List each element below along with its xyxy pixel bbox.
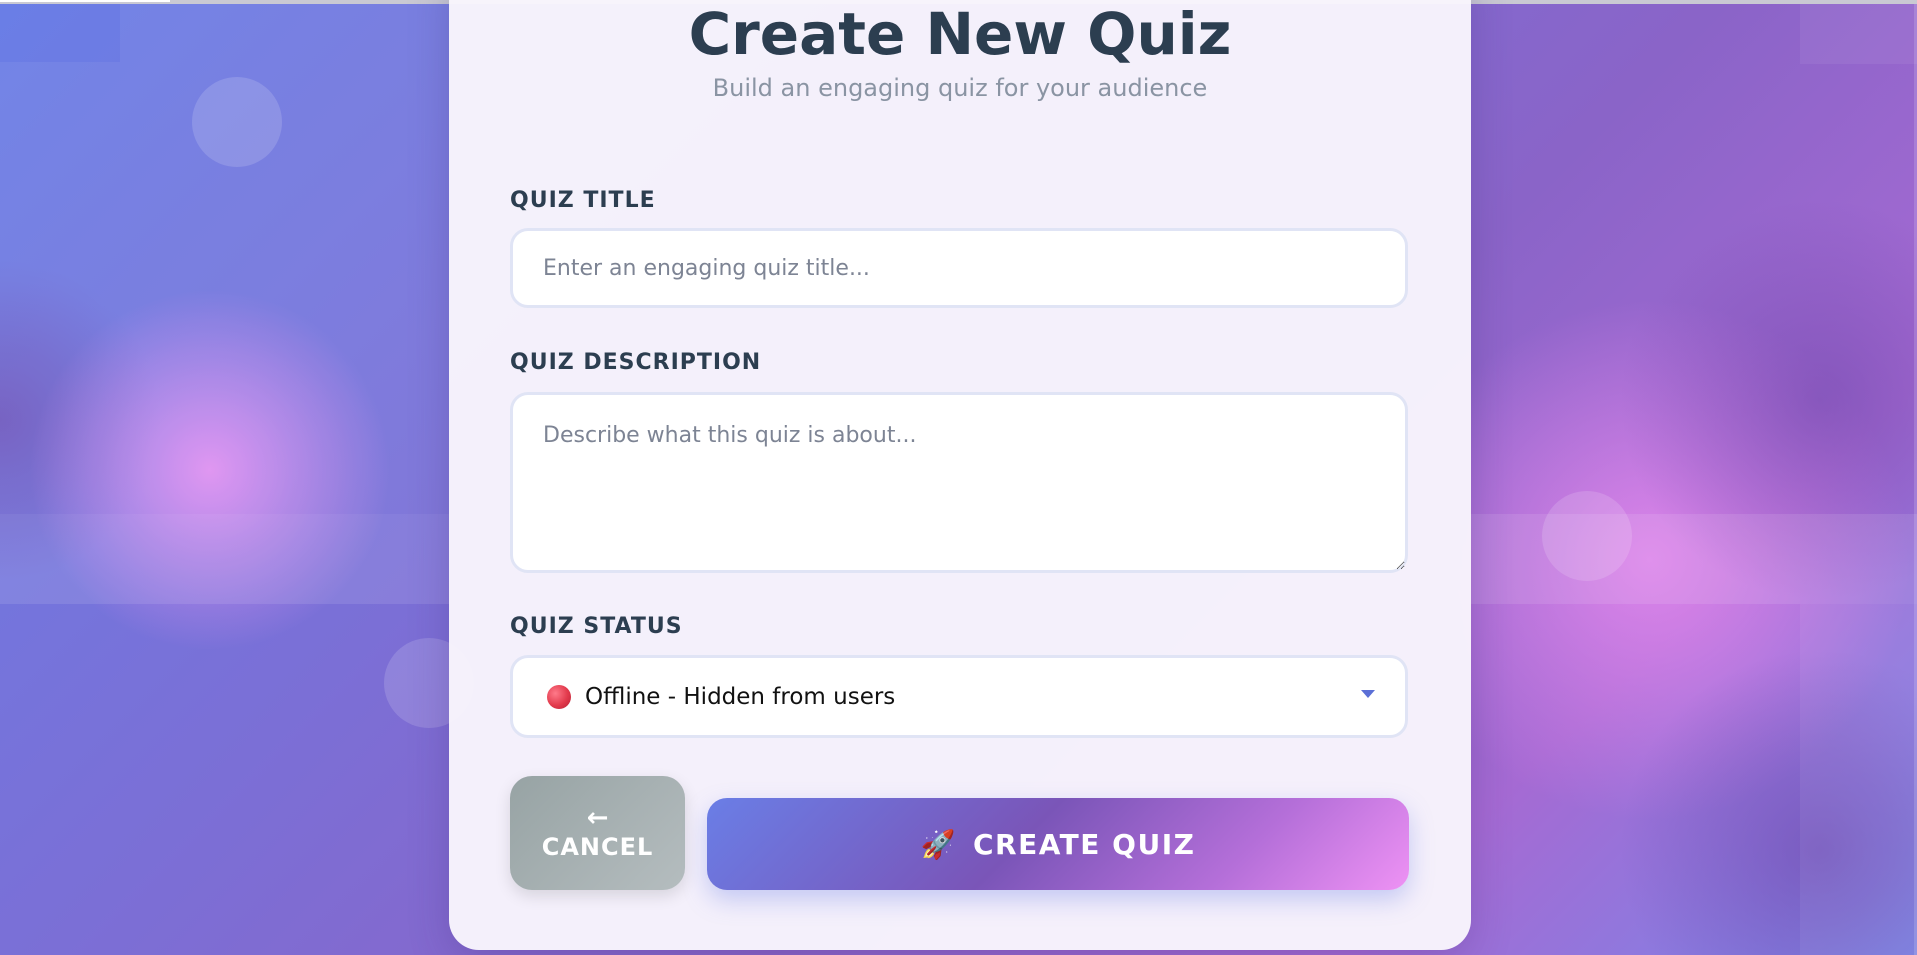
background-panel <box>120 4 450 514</box>
cancel-button-label: CANCEL <box>541 833 654 861</box>
quiz-status-select[interactable]: Offline - Hidden from users <box>510 655 1408 738</box>
rocket-icon: 🚀 <box>920 827 957 861</box>
background-bubble <box>1542 491 1632 581</box>
background-panel <box>1800 604 1917 955</box>
background-panel <box>0 62 120 514</box>
cancel-button[interactable]: ← CANCEL <box>510 776 685 890</box>
create-quiz-card: Create New Quiz Build an engaging quiz f… <box>449 0 1471 950</box>
quiz-status-selected-value: Offline - Hidden from users <box>585 683 896 710</box>
quiz-status-label: QUIZ STATUS <box>510 614 683 639</box>
browser-tab-indicator <box>0 0 170 2</box>
quiz-description-textarea[interactable] <box>510 392 1408 573</box>
quiz-description-label: QUIZ DESCRIPTION <box>510 350 762 375</box>
page-title: Create New Quiz <box>688 0 1232 68</box>
background-panel <box>0 514 450 604</box>
create-quiz-button[interactable]: 🚀 CREATE QUIZ <box>707 798 1409 890</box>
create-quiz-button-label: CREATE QUIZ <box>972 827 1196 861</box>
page-subtitle: Build an engaging quiz for your audience <box>712 74 1208 102</box>
quiz-title-label: QUIZ TITLE <box>510 188 656 213</box>
background-panel <box>1471 514 1917 604</box>
chevron-down-icon <box>1361 690 1375 698</box>
arrow-left-icon: ← <box>586 803 609 833</box>
background-panel <box>1800 4 1917 64</box>
quiz-title-input[interactable] <box>510 228 1408 308</box>
offline-status-dot-icon <box>547 684 571 709</box>
background-bubble <box>192 77 282 167</box>
